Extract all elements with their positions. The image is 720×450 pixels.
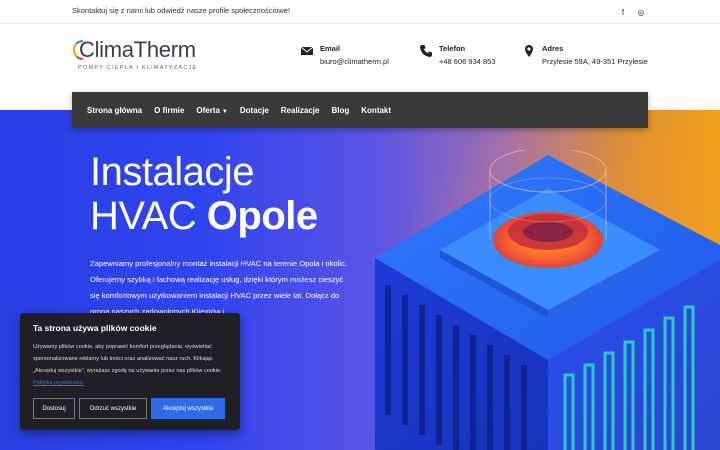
accept-all-button[interactable]: Akceptuj wszystkie xyxy=(151,398,225,419)
hero-title: Instalacje HVAC Opole xyxy=(90,150,318,238)
nav-item-contact[interactable]: Kontakt xyxy=(361,106,391,115)
topbar-message: Skontaktuj się z nami lub odwiedź nasze … xyxy=(72,6,291,15)
cookie-buttons: Dostosuj Odrzuć wszystkie Akceptuj wszys… xyxy=(33,398,229,419)
logo[interactable]: ClimaTherm POMPY CIEPŁA I KLIMATYZACJE xyxy=(73,37,198,71)
nav-item-projects[interactable]: Realizacje xyxy=(281,106,320,115)
contact-email-value: biuro@climatherm.pl xyxy=(320,57,389,66)
reject-all-button[interactable]: Odrzuć wszystkie xyxy=(79,398,147,419)
contact-address-value: Przylesie 59A, 49-351 Przylesie xyxy=(542,57,648,66)
contact-address-label: Adres xyxy=(542,44,564,53)
logo-tagline: POMPY CIEPŁA I KLIMATYZACJE xyxy=(78,65,198,71)
instagram-icon[interactable]: ◎ xyxy=(633,4,649,20)
hero-paragraph: Zapewniamy profesjonalny montaż instalac… xyxy=(90,259,347,316)
hvac-building-illustration xyxy=(375,150,720,450)
nav-item-offer[interactable]: Oferta ▼ xyxy=(196,106,228,115)
phone-icon xyxy=(420,45,432,57)
facebook-icon[interactable]: f xyxy=(615,4,631,20)
cookie-title: Ta strona używa plików cookie xyxy=(33,323,157,333)
nav-item-about[interactable]: O firmie xyxy=(154,106,184,115)
email-icon xyxy=(300,46,314,55)
logo-mark: ClimaTherm xyxy=(73,37,198,63)
nav-item-grants[interactable]: Dotacje xyxy=(240,106,269,115)
contact-phone-label: Telefon xyxy=(439,44,466,53)
chevron-down-icon: ▼ xyxy=(221,108,228,115)
contact-phone-value: +48 606 934 853 xyxy=(439,57,496,66)
contact-email-label: Email xyxy=(320,44,341,53)
cookie-banner: Ta strona używa plików cookie Używamy pl… xyxy=(20,313,240,430)
nav-item-home[interactable]: Strona główna xyxy=(87,106,142,115)
cookie-text: Używamy plików cookie, aby poprawić komf… xyxy=(33,344,222,386)
topbar: Skontaktuj się z nami lub odwiedź nasze … xyxy=(0,0,720,24)
nav-item-blog[interactable]: Blog xyxy=(331,106,349,115)
customize-button[interactable]: Dostosuj xyxy=(33,398,75,419)
main-nav: Strona główna O firmie Oferta ▼ Dotacje R… xyxy=(72,92,648,128)
location-pin-icon xyxy=(525,45,533,57)
privacy-policy-link[interactable]: Polityka prywatności xyxy=(33,380,84,386)
